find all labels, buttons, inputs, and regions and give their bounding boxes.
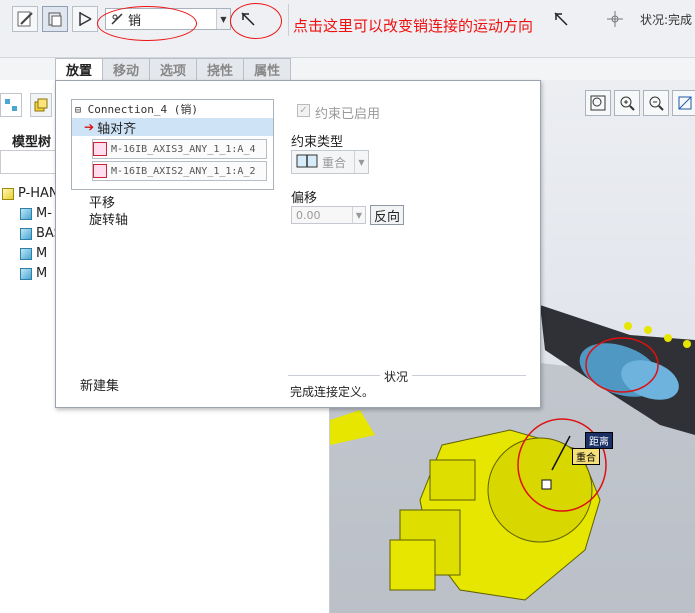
layer-tab-icon[interactable] bbox=[30, 93, 52, 117]
offset-value: 0.00 bbox=[296, 208, 321, 222]
arrow-right-icon: ➔ bbox=[84, 120, 95, 134]
dashboard-tabs: 放置 移动 选项 挠性 属性 bbox=[55, 58, 292, 80]
tree-tab-icon[interactable] bbox=[0, 93, 22, 117]
tree-title[interactable]: 模型树 bbox=[12, 131, 51, 150]
constraint-enabled-label: 约束已启用 bbox=[315, 107, 381, 122]
tree-item[interactable]: M bbox=[20, 266, 47, 281]
status-text: 完成连接定义。 bbox=[290, 385, 375, 399]
status-label: 状况:完成 bbox=[640, 13, 693, 27]
constraint-type-label: 约束类型 bbox=[291, 135, 344, 150]
tree-item-label: P-HAN bbox=[18, 186, 59, 201]
axis-reference-icon bbox=[93, 164, 107, 178]
constraint-type-select[interactable]: 重合 ▼ bbox=[291, 150, 369, 174]
new-set-link[interactable]: 新建集 bbox=[80, 375, 119, 394]
tab-placement[interactable]: 放置 bbox=[55, 58, 104, 80]
tab-flexibility[interactable]: 挠性 bbox=[196, 58, 245, 80]
zoom-out-icon[interactable] bbox=[643, 90, 669, 116]
coincident-label: 重合 bbox=[572, 448, 600, 465]
reference-label: M-16IB_AXIS2_ANY_1_1:A_2 bbox=[111, 165, 256, 177]
connection-set[interactable]: ⊟ Connection_4 (销) bbox=[75, 101, 198, 117]
constraint-type-value: 重合 bbox=[322, 155, 347, 170]
component-icon[interactable] bbox=[42, 6, 68, 32]
tree-item-root[interactable]: P-HAN bbox=[2, 186, 59, 201]
collapse-icon[interactable]: ⊟ bbox=[75, 105, 81, 116]
reference-field[interactable]: M-16IB_AXIS2_ANY_1_1:A_2 bbox=[92, 161, 267, 181]
constraint-item-selected[interactable]: ➔ 轴对齐 bbox=[72, 118, 273, 137]
chevron-down-icon[interactable]: ▼ bbox=[354, 151, 368, 173]
constraint-item[interactable]: 旋转轴 bbox=[89, 209, 128, 228]
toolbar-separator bbox=[288, 4, 289, 36]
constraint-label: 轴对齐 bbox=[97, 121, 137, 137]
annotation-ellipse bbox=[97, 6, 197, 41]
coincident-icon bbox=[296, 154, 318, 171]
assembly-icon bbox=[2, 187, 14, 200]
offset-input[interactable]: 0.00 ▼ bbox=[291, 206, 366, 224]
mechanism-icon[interactable] bbox=[72, 6, 98, 32]
repaint-icon[interactable] bbox=[672, 90, 695, 116]
edit-icon[interactable] bbox=[12, 6, 38, 32]
chevron-down-icon[interactable]: ▼ bbox=[216, 9, 230, 29]
refit-icon[interactable] bbox=[585, 90, 611, 116]
distance-label: 距离 bbox=[585, 432, 613, 449]
part-icon bbox=[20, 207, 32, 220]
tree-item-label: M bbox=[36, 246, 48, 261]
tree-search-input[interactable] bbox=[0, 150, 56, 174]
flip-button[interactable]: 反向 bbox=[370, 205, 404, 225]
tree-item[interactable]: M- bbox=[20, 206, 52, 221]
move-axis-icon[interactable] bbox=[604, 8, 626, 30]
connection-name: Connection_4 (销) bbox=[87, 103, 198, 116]
part-icon bbox=[20, 247, 32, 260]
tree-item-label: M bbox=[36, 266, 48, 281]
zoom-in-icon[interactable] bbox=[614, 90, 640, 116]
part-icon bbox=[20, 267, 32, 280]
reference-field[interactable]: M-16IB_AXIS3_ANY_1_1:A_4 bbox=[92, 139, 267, 159]
tree-item[interactable]: M bbox=[20, 246, 47, 261]
view-toolbar bbox=[585, 90, 695, 116]
chevron-down-icon[interactable]: ▼ bbox=[352, 207, 365, 223]
tab-move[interactable]: 移动 bbox=[102, 58, 151, 80]
status-title: 状况 bbox=[380, 368, 413, 385]
offset-label: 偏移 bbox=[291, 191, 318, 206]
annotation-text: 点击这里可以改变销连接的运动方向 bbox=[293, 17, 534, 35]
tree-item-label: M- bbox=[36, 206, 52, 221]
flip-direction-icon[interactable] bbox=[551, 8, 571, 30]
annotation-ellipse bbox=[230, 3, 282, 39]
part-icon bbox=[20, 227, 32, 240]
tab-options[interactable]: 选项 bbox=[149, 58, 198, 80]
constraint-enabled-checkbox[interactable]: ✓ bbox=[297, 104, 310, 117]
tab-properties[interactable]: 属性 bbox=[243, 58, 292, 80]
model-tree-tabs bbox=[0, 93, 52, 121]
axis-reference-icon bbox=[93, 142, 107, 156]
reference-label: M-16IB_AXIS3_ANY_1_1:A_4 bbox=[111, 143, 256, 155]
